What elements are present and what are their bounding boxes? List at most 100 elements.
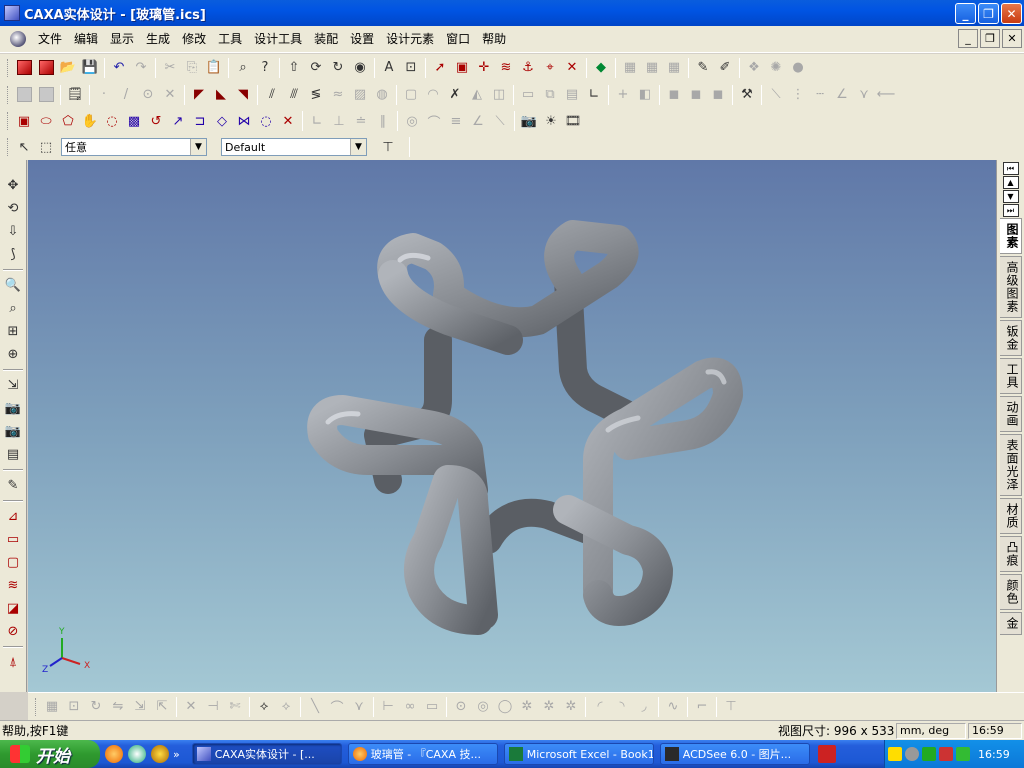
grid-3-icon[interactable]: ▦ xyxy=(663,57,685,79)
menu-design-elements[interactable]: 设计元素 xyxy=(380,29,440,49)
app-tray-icon[interactable] xyxy=(817,745,836,763)
menu-assembly[interactable]: 装配 xyxy=(308,29,344,49)
network-icon[interactable] xyxy=(905,747,919,761)
shell-icon[interactable]: ▢ xyxy=(400,84,422,106)
lasso-icon[interactable]: ◌ xyxy=(101,110,123,132)
dim-fork-icon[interactable]: ⋎ xyxy=(853,84,875,106)
undo-icon[interactable]: ↶ xyxy=(108,57,130,79)
scroll-down-icon[interactable]: ▼ xyxy=(1002,190,1019,203)
menu-view[interactable]: 显示 xyxy=(104,29,140,49)
sketch-icon[interactable]: 🗒 xyxy=(64,84,86,106)
light-icon[interactable]: ☀ xyxy=(540,110,562,132)
task-caxa[interactable]: CAXA实体设计 - [... xyxy=(191,743,342,765)
pointer-icon[interactable]: ↖ xyxy=(13,136,35,158)
dim-arrow-icon[interactable]: ⟵ xyxy=(875,84,897,106)
tab-animation[interactable]: 动画 xyxy=(1000,396,1022,432)
menu-settings[interactable]: 设置 xyxy=(344,29,380,49)
zoom-window-icon[interactable]: ⌕ xyxy=(2,297,24,319)
add-icon[interactable]: + xyxy=(612,84,634,106)
render-3-icon[interactable]: ● xyxy=(787,57,809,79)
ellipse-icon[interactable]: ⬭ xyxy=(35,110,57,132)
sweep-icon[interactable]: ◥ xyxy=(232,84,254,106)
scale-icon[interactable]: ▤ xyxy=(561,84,583,106)
bt-arc-4-icon[interactable]: ◞ xyxy=(633,696,655,718)
redo-icon[interactable]: ↷ xyxy=(130,57,152,79)
dim-line-icon[interactable]: ⟍ xyxy=(765,84,787,106)
hand-icon[interactable]: ✋ xyxy=(79,110,101,132)
bt-grid-icon[interactable]: ▦ xyxy=(41,696,63,718)
parallel-icon[interactable]: ∥ xyxy=(372,110,394,132)
cut-icon[interactable]: ✂ xyxy=(159,57,181,79)
copy-icon[interactable]: ⎘ xyxy=(181,57,203,79)
bt-link-icon[interactable]: ∞ xyxy=(399,696,421,718)
zoom-extents-icon[interactable]: ⊞ xyxy=(2,320,24,342)
start-button[interactable]: 开始 xyxy=(0,740,100,768)
bt-mirror-icon[interactable]: ⇋ xyxy=(107,696,129,718)
quicklaunch-more-icon[interactable]: » xyxy=(173,748,180,761)
task-firefox[interactable]: 玻璃管 - 『CAXA 技... xyxy=(347,743,498,765)
wave-icon[interactable]: ≈ xyxy=(327,84,349,106)
twist-icon[interactable]: ≶ xyxy=(305,84,327,106)
face-icon[interactable]: ◼ xyxy=(663,84,685,106)
blend-icon[interactable]: ⫻ xyxy=(283,84,305,106)
help-pointer-icon[interactable]: ? xyxy=(254,57,276,79)
grid-icon[interactable]: ▦ xyxy=(619,57,641,79)
design-tree-icon[interactable]: ◆ xyxy=(590,57,612,79)
camera-icon[interactable]: 📷 xyxy=(518,110,540,132)
select-box-icon[interactable]: ⬚ xyxy=(35,136,57,158)
bt-star-icon[interactable]: ✲ xyxy=(516,696,538,718)
cross-icon[interactable]: ✕ xyxy=(159,84,181,106)
bt-cross-icon[interactable]: ✕ xyxy=(180,696,202,718)
scroll-first-icon[interactable]: ⏮ xyxy=(1002,162,1019,175)
bt-arc-3-icon[interactable]: ◝ xyxy=(611,696,633,718)
corner-icon[interactable]: ∟ xyxy=(583,84,605,106)
menu-window[interactable]: 窗口 xyxy=(440,29,476,49)
messenger-icon[interactable] xyxy=(151,745,169,763)
bracket-icon[interactable]: ⊐ xyxy=(189,110,211,132)
dim-angle-icon[interactable]: ∠ xyxy=(831,84,853,106)
snap-icon[interactable]: ➚ xyxy=(429,57,451,79)
task-acdsee[interactable]: ACDSee 6.0 - 图片... xyxy=(659,743,810,765)
security-icon[interactable] xyxy=(922,747,936,761)
draft-icon[interactable]: ◭ xyxy=(466,84,488,106)
dim-dash-icon[interactable]: ┄ xyxy=(809,84,831,106)
firefox-icon[interactable] xyxy=(105,745,123,763)
perp-icon[interactable]: ⊥ xyxy=(328,110,350,132)
tab-material[interactable]: 材质 xyxy=(1000,498,1022,534)
tool-icon[interactable]: ⚒ xyxy=(736,84,758,106)
app-icon[interactable] xyxy=(4,5,20,21)
grid-2-icon[interactable]: ▦ xyxy=(641,57,663,79)
new-file-icon[interactable] xyxy=(13,57,35,79)
pan-icon[interactable]: ⇧ xyxy=(283,57,305,79)
tab-emboss[interactable]: 凸痕 xyxy=(1000,536,1022,572)
rotate-icon[interactable]: ↻ xyxy=(327,57,349,79)
scene-icon[interactable]: ▤ xyxy=(2,443,24,465)
save-icon[interactable]: 💾 xyxy=(79,57,101,79)
camera-view-icon[interactable]: 📷 xyxy=(2,397,24,419)
bt-star-2-icon[interactable]: ✲ xyxy=(538,696,560,718)
align-icon[interactable]: ≋ xyxy=(495,57,517,79)
bt-project-icon[interactable]: ⇱ xyxy=(151,696,173,718)
bt-circle-icon[interactable]: ⊙ xyxy=(450,696,472,718)
update-icon[interactable] xyxy=(956,747,970,761)
axis-icon[interactable]: ✕ xyxy=(561,57,583,79)
scroll-last-icon[interactable]: ⏭ xyxy=(1002,204,1019,217)
point-icon[interactable]: · xyxy=(93,84,115,106)
task-excel[interactable]: Microsoft Excel - Book1 xyxy=(503,743,654,765)
center-view-icon[interactable]: ⊕ xyxy=(2,343,24,365)
split-icon[interactable]: ◫ xyxy=(488,84,510,106)
close-button[interactable]: ✕ xyxy=(1001,3,1022,24)
view-box-icon[interactable]: ▣ xyxy=(451,57,473,79)
hline-icon[interactable]: ≡ xyxy=(445,110,467,132)
eyedropper-icon[interactable]: ✎ xyxy=(692,57,714,79)
bt-constraint-icon[interactable]: ⟡ xyxy=(253,696,275,718)
walk-icon[interactable]: ⇩ xyxy=(2,220,24,242)
menu-edit[interactable]: 编辑 xyxy=(68,29,104,49)
globe-icon[interactable]: ◍ xyxy=(371,84,393,106)
revolve-icon[interactable]: ◣ xyxy=(210,84,232,106)
rotate-view-icon[interactable]: ⟲ xyxy=(2,197,24,219)
section-box-icon[interactable]: ▢ xyxy=(2,551,24,573)
subtract-icon[interactable]: ◧ xyxy=(634,84,656,106)
tab-advanced-primitives[interactable]: 高级图素 xyxy=(1000,256,1022,318)
menu-modify[interactable]: 修改 xyxy=(176,29,212,49)
